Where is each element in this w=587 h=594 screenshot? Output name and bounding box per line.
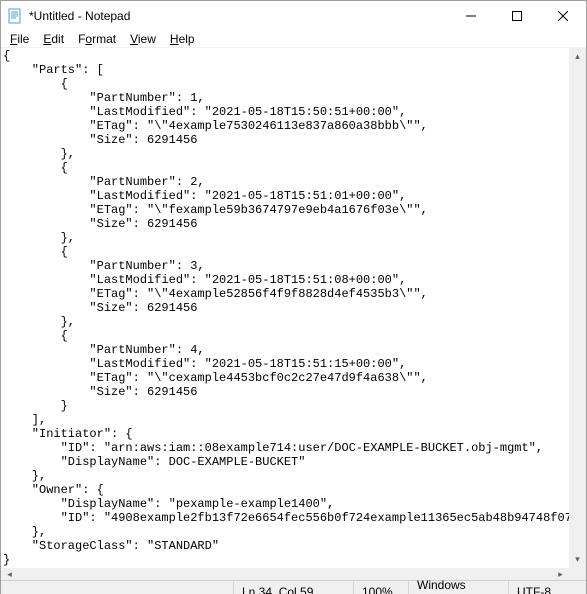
menu-view[interactable]: View — [123, 31, 163, 47]
notepad-window: *Untitled - Notepad File Edit Format Vie… — [0, 0, 587, 594]
menu-format[interactable]: Format — [71, 31, 123, 47]
scroll-up-icon[interactable]: ▴ — [569, 48, 586, 65]
window-title: *Untitled - Notepad — [29, 9, 448, 23]
notepad-icon — [7, 8, 23, 24]
menu-file-rest: ile — [17, 32, 29, 46]
titlebar[interactable]: *Untitled - Notepad — [1, 1, 586, 31]
minimize-button[interactable] — [448, 1, 494, 31]
scroll-down-icon[interactable]: ▾ — [569, 551, 586, 568]
menu-view-rest: iew — [138, 32, 156, 46]
statusbar: Ln 34, Col 59 100% Windows (CRLF) UTF-8 — [1, 580, 586, 594]
menu-edit-rest: dit — [51, 32, 64, 46]
status-cursor-position: Ln 34, Col 59 — [233, 581, 353, 594]
menu-file[interactable]: File — [3, 31, 36, 47]
editor-area: { "Parts": [ { "PartNumber": 1, "LastMod… — [1, 47, 586, 569]
menu-format-post: rmat — [92, 32, 116, 46]
menu-help[interactable]: Help — [163, 31, 202, 47]
vscroll-track[interactable] — [569, 65, 586, 551]
scroll-right-icon[interactable]: ▸ — [552, 569, 569, 580]
status-line-ending: Windows (CRLF) — [408, 581, 508, 594]
scroll-left-icon[interactable]: ◂ — [1, 569, 18, 580]
close-button[interactable] — [540, 1, 586, 31]
status-spacer — [1, 581, 233, 594]
menu-edit[interactable]: Edit — [36, 31, 71, 47]
status-encoding: UTF-8 — [508, 581, 586, 594]
menubar: File Edit Format View Help — [1, 31, 586, 47]
scroll-corner — [569, 569, 586, 580]
maximize-button[interactable] — [494, 1, 540, 31]
vertical-scrollbar[interactable]: ▴ ▾ — [569, 48, 586, 568]
menu-help-rest: elp — [179, 32, 195, 46]
text-editor[interactable]: { "Parts": [ { "PartNumber": 1, "LastMod… — [1, 48, 569, 568]
status-zoom: 100% — [353, 581, 408, 594]
